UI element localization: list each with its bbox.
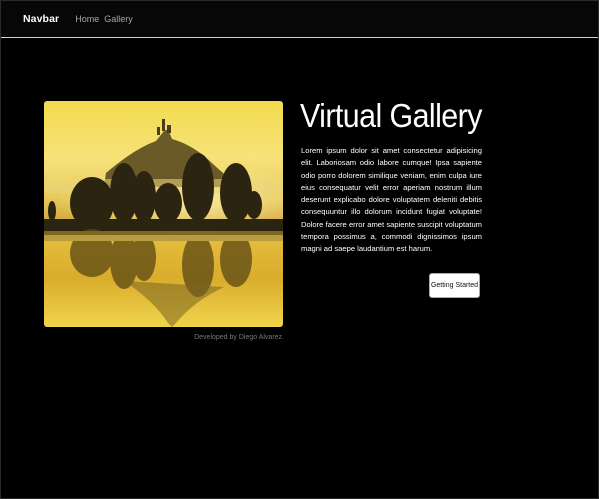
page-title: Virtual Gallery — [300, 97, 482, 134]
hero-description: Lorem ipsum dolor sit amet consectetur a… — [301, 146, 482, 254]
getting-started-button[interactable]: Getting Started — [429, 273, 480, 298]
navbar: Navbar Home Gallery — [1, 1, 598, 38]
nav-link-home[interactable]: Home — [75, 14, 99, 24]
navbar-brand[interactable]: Navbar — [23, 13, 59, 25]
landscape-illustration — [44, 101, 283, 327]
developer-credit: Developed by Diego Alvarez. — [194, 334, 284, 341]
landscape-photo — [44, 101, 283, 327]
nav-links: Home Gallery — [75, 14, 138, 24]
nav-link-gallery[interactable]: Gallery — [104, 14, 133, 24]
